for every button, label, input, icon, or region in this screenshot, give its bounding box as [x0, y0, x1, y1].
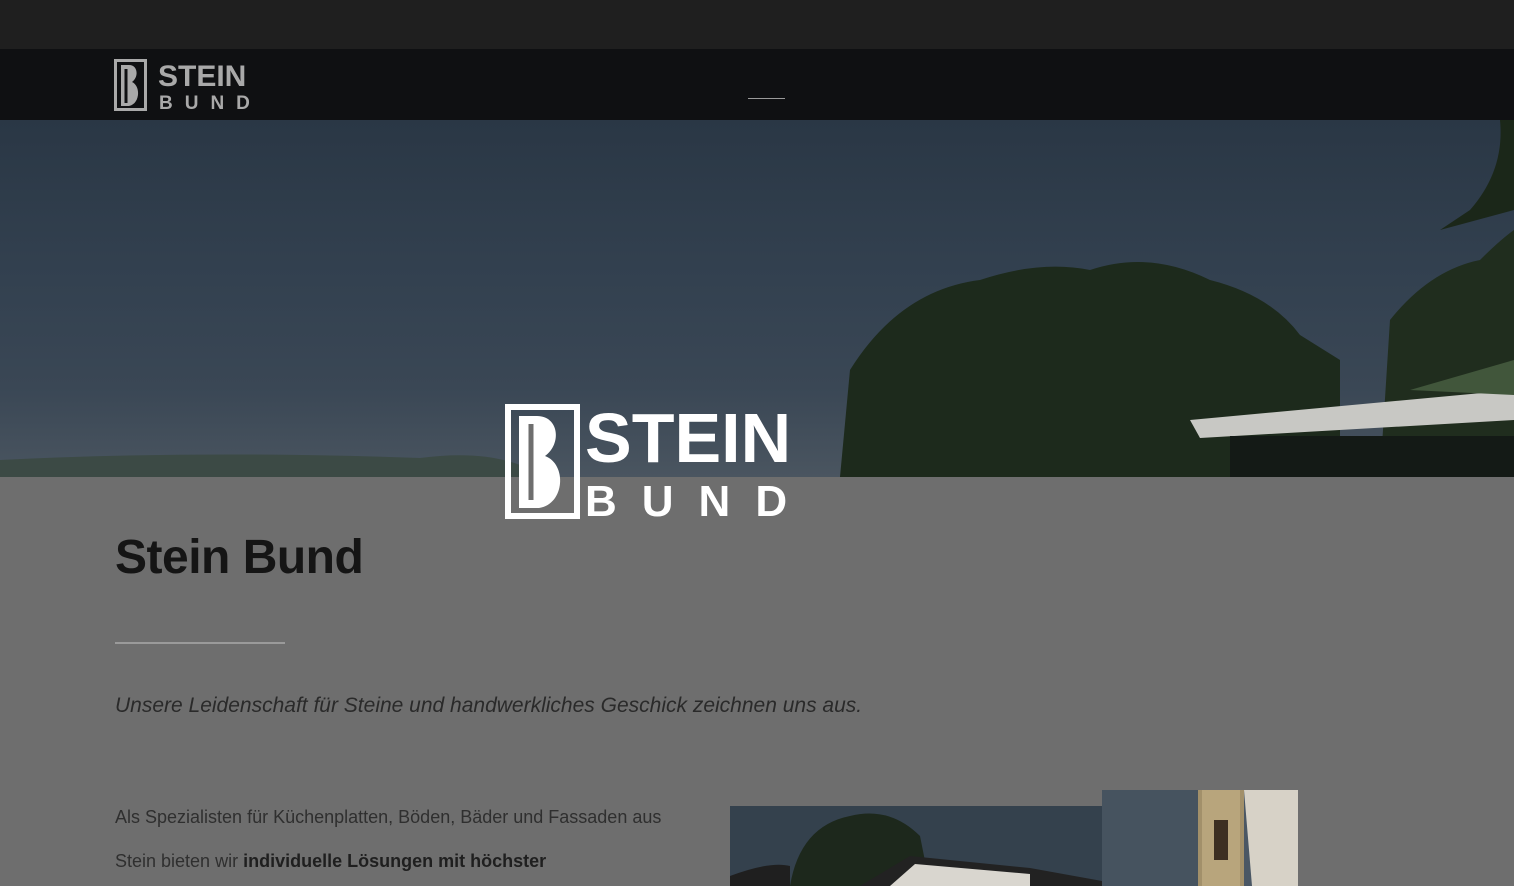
logo-mark-b: [121, 65, 139, 106]
logo-text-stein: STEIN: [158, 60, 246, 93]
intro-bold-text: individuelle Lösungen mit höchster: [243, 851, 547, 871]
tagline: Unsere Leidenschaft für Steine und handw…: [115, 694, 863, 717]
logo-text-bund: BUND: [159, 93, 260, 113]
project-photo-house: [730, 806, 1102, 886]
site-logo[interactable]: STEIN BUND: [114, 59, 260, 113]
project-photo-facade: [1102, 790, 1298, 886]
top-bar: [0, 0, 1514, 49]
hero-logo-text-stein: STEIN: [585, 404, 791, 477]
intro-paragraph: Als Spezialisten für Küchenplatten, Böde…: [115, 795, 705, 883]
page-title: Stein Bund: [115, 531, 364, 584]
title-divider: [115, 642, 285, 644]
